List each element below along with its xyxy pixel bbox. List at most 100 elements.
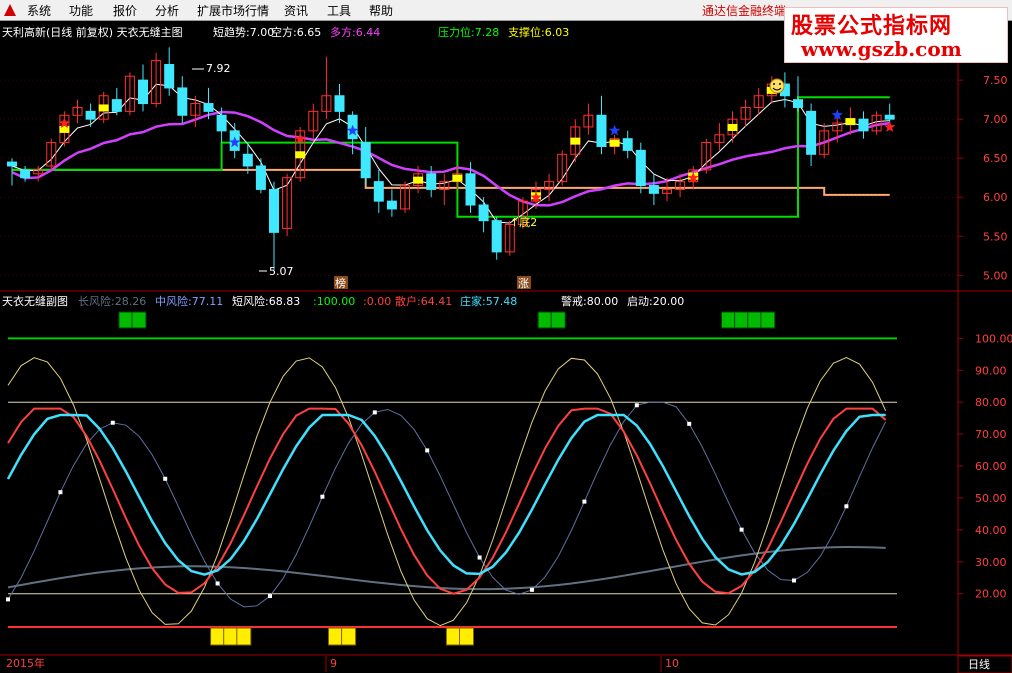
sub-y-tick-label: 70.00 xyxy=(975,428,1007,441)
sub-header-values: 长风险:28.26 中风险:77.11 短风险:68.83:100.00:0.00 散… xyxy=(78,294,684,308)
candle-body xyxy=(858,118,869,132)
white-dot-marker xyxy=(425,448,430,453)
menu-tools[interactable]: 工具 xyxy=(327,2,351,19)
menu-news[interactable]: 资讯 xyxy=(284,2,308,19)
green-signal-block xyxy=(760,311,776,329)
sub-header-item: 中风险:77.11 xyxy=(155,294,223,308)
white-dot-marker xyxy=(582,499,587,504)
chart-canvas[interactable]: 天利高新(日线 前复权) 天衣无缝主图 短趋势:7.00空方:6.65 多方:6.… xyxy=(0,21,1012,673)
candle-body xyxy=(426,173,437,190)
candle-body xyxy=(177,87,188,116)
candle-body xyxy=(216,114,227,132)
yellow-signal-block xyxy=(223,627,239,646)
watermark-line1: 股票公式指标网 xyxy=(791,13,953,39)
green-signal-block xyxy=(537,311,553,329)
white-dot-marker xyxy=(110,420,115,425)
main-y-tick-label: 6.00 xyxy=(983,191,1008,204)
sub-header-item: 启动:20.00 xyxy=(627,295,684,308)
menu-system[interactable]: 系统 xyxy=(27,2,51,19)
candle-body xyxy=(373,181,384,202)
yellow-signal-bar xyxy=(59,125,70,133)
white-dot-marker xyxy=(634,403,639,408)
menu-help[interactable]: 帮助 xyxy=(369,2,393,19)
yellow-signal-bar xyxy=(570,137,581,145)
main-y-tick-label: 7.00 xyxy=(983,113,1008,126)
footer-month-10: 10 xyxy=(665,657,679,670)
candle-body xyxy=(793,99,803,108)
main-header-item: 空方:6.65 xyxy=(271,25,321,39)
white-dot-marker xyxy=(268,594,272,599)
yellow-signal-bar xyxy=(452,174,463,182)
white-dot-marker xyxy=(687,421,692,426)
yellow-signal-bar xyxy=(845,118,856,126)
high-price-label: 7.92 xyxy=(206,62,231,75)
candle-body xyxy=(465,173,476,206)
yellow-signal-block xyxy=(210,627,226,646)
candle-body xyxy=(269,188,279,233)
candle-body xyxy=(203,103,214,112)
candle-body xyxy=(596,114,607,147)
main-header-item: 压力位:7.28 xyxy=(438,25,499,39)
yellow-signal-block xyxy=(236,627,252,646)
white-dot-marker xyxy=(844,504,849,509)
candle-body xyxy=(164,64,175,89)
yellow-signal-block xyxy=(445,627,461,646)
white-dot-marker xyxy=(320,494,325,499)
white-dot-marker xyxy=(215,581,220,586)
sub-y-tick-label: 30.00 xyxy=(975,556,1007,569)
yellow-signal-bar xyxy=(609,139,620,147)
candle-body xyxy=(635,149,646,187)
yellow-signal-bar xyxy=(98,104,109,112)
candle-body xyxy=(491,220,502,253)
candle-body xyxy=(138,79,148,105)
sub-y-tick-label: 90.00 xyxy=(975,364,1007,377)
sub-header-item: 散户:64.41 xyxy=(395,294,452,308)
green-signal-block xyxy=(131,311,147,329)
white-dot-marker xyxy=(477,555,482,560)
green-signal-block xyxy=(721,311,736,329)
sub-y-tick-label: 20.00 xyxy=(975,588,1007,601)
low-price-label: 5.07 xyxy=(269,265,294,278)
yellow-signal-bar xyxy=(727,123,738,131)
yellow-signal-block xyxy=(341,627,357,646)
main-header-item: 短趋势:7.00 xyxy=(213,25,274,39)
candle-body xyxy=(648,185,659,194)
period-tab[interactable]: 日线 xyxy=(968,657,990,671)
main-header-item: 支撑位:6.03 xyxy=(508,25,569,39)
footer-month-9: 9 xyxy=(330,657,337,670)
white-dot-marker xyxy=(739,527,744,532)
candle-body xyxy=(255,165,266,190)
candle-body xyxy=(386,200,397,210)
sub-y-tick-label: 50.00 xyxy=(975,492,1007,505)
sub-chart-title: 天衣无缝副图 xyxy=(2,294,68,308)
green-signal-block xyxy=(118,311,134,329)
yellow-signal-block xyxy=(328,627,343,646)
smiley-icon xyxy=(769,78,785,94)
tag-left: 榜 xyxy=(335,276,346,290)
white-dot-marker xyxy=(163,476,168,481)
candle-body xyxy=(242,153,253,167)
candle-body xyxy=(20,169,31,179)
sub-y-tick-label: 80.00 xyxy=(975,396,1007,409)
white-dot-marker xyxy=(6,597,10,602)
white-dot-marker xyxy=(530,587,534,592)
candle-body xyxy=(478,204,489,222)
bottom-signal-label: ↑底2 xyxy=(510,215,537,229)
tag-right: 涨 xyxy=(518,277,529,290)
menu-extended-market[interactable]: 扩展市场行情 xyxy=(197,2,269,19)
candle-body xyxy=(622,138,633,151)
sub-y-tick-label: 40.00 xyxy=(975,524,1007,537)
sub-header-item: 长风险:28.26 xyxy=(78,294,146,308)
menu-quote[interactable]: 报价 xyxy=(113,2,137,19)
green-signal-block xyxy=(550,311,566,329)
sub-header-item: :0.00 xyxy=(363,295,391,308)
broker-title: 通达信金融终端 xyxy=(702,4,787,18)
yellow-signal-block xyxy=(459,627,474,646)
white-dot-marker xyxy=(372,410,377,415)
sub-y-tick-label: 100.00 xyxy=(975,332,1012,345)
menu-analysis[interactable]: 分析 xyxy=(155,2,179,19)
candle-body xyxy=(334,95,345,112)
candle-body xyxy=(85,110,96,120)
candle-body xyxy=(111,99,122,112)
menu-function[interactable]: 功能 xyxy=(69,2,93,19)
